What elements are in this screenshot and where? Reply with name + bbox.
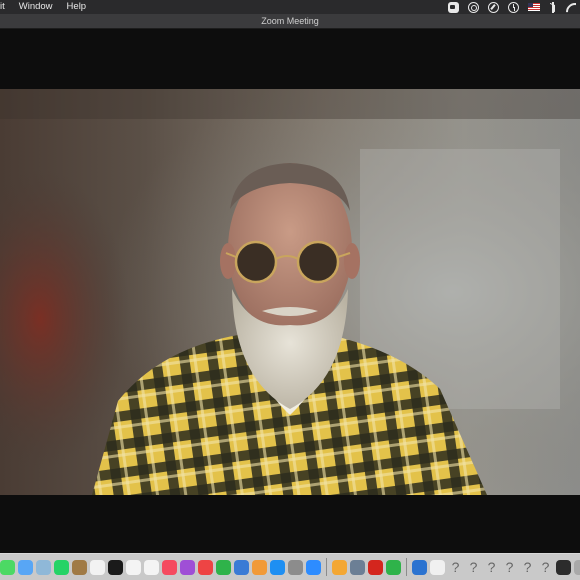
document-app-icon[interactable] xyxy=(430,559,445,575)
time-machine-icon[interactable] xyxy=(508,1,519,13)
menu-bar: it Window Help xyxy=(0,0,580,14)
menu-item-help[interactable]: Help xyxy=(60,0,94,14)
blocker-app-icon[interactable] xyxy=(198,559,213,575)
image-capture-app-icon[interactable] xyxy=(332,559,347,575)
dock-separator xyxy=(326,558,327,576)
messages-app-icon[interactable] xyxy=(0,559,15,575)
keynote-app-icon[interactable] xyxy=(234,559,249,575)
finder-app-icon[interactable] xyxy=(18,559,33,575)
dock-separator xyxy=(406,558,407,576)
menu-item-edit[interactable]: it xyxy=(0,0,12,14)
numbers-app-icon[interactable] xyxy=(216,559,231,575)
zoom-app-icon[interactable] xyxy=(306,559,321,575)
podcasts-app-icon[interactable] xyxy=(180,559,195,575)
preview-app-icon[interactable] xyxy=(36,559,51,575)
music-app-icon[interactable] xyxy=(162,559,177,575)
app-store-app-icon[interactable] xyxy=(270,559,285,575)
participant-video[interactable] xyxy=(0,89,580,495)
pages-app-icon[interactable] xyxy=(252,559,267,575)
sync-icon[interactable] xyxy=(488,1,499,13)
stickies-app-icon[interactable] xyxy=(144,559,159,575)
bluetooth-icon[interactable] xyxy=(549,1,557,13)
dock: ?????? xyxy=(0,553,580,580)
meeting-stage xyxy=(0,29,580,553)
apple-tv-app-icon[interactable] xyxy=(108,559,123,575)
unknown-app-icon-6[interactable]: ? xyxy=(538,559,553,575)
calendar-app-icon[interactable] xyxy=(90,559,105,575)
webcam-feed-image xyxy=(0,89,580,495)
menu-item-window[interactable]: Window xyxy=(12,0,60,14)
zoom-icon[interactable] xyxy=(448,1,459,13)
trash-app-icon[interactable] xyxy=(574,559,580,575)
status-menu-area xyxy=(448,0,580,14)
unknown-app-icon-5[interactable]: ? xyxy=(520,559,535,575)
chrome-app-icon[interactable] xyxy=(386,559,401,575)
wifi-icon[interactable] xyxy=(566,2,576,13)
textedit-app-icon[interactable] xyxy=(126,559,141,575)
terminal-app-icon[interactable] xyxy=(556,559,571,575)
network-globe-app-icon[interactable] xyxy=(412,559,427,575)
unknown-app-icon-3[interactable]: ? xyxy=(484,559,499,575)
notes-app-icon[interactable] xyxy=(72,559,87,575)
us-flag-icon[interactable] xyxy=(528,3,540,11)
unknown-app-icon-4[interactable]: ? xyxy=(502,559,517,575)
app-menu: it Window Help xyxy=(0,0,93,14)
window-titlebar: Zoom Meeting xyxy=(0,14,580,29)
creative-cloud-icon[interactable] xyxy=(468,1,479,13)
unknown-app-icon-1[interactable]: ? xyxy=(448,559,463,575)
whatsapp-app-icon[interactable] xyxy=(54,559,69,575)
unknown-app-icon-2[interactable]: ? xyxy=(466,559,481,575)
acrobat-app-icon[interactable] xyxy=(368,559,383,575)
window-title: Zoom Meeting xyxy=(261,16,319,26)
photo-browser-app-icon[interactable] xyxy=(350,559,365,575)
system-preferences-app-icon[interactable] xyxy=(288,559,303,575)
